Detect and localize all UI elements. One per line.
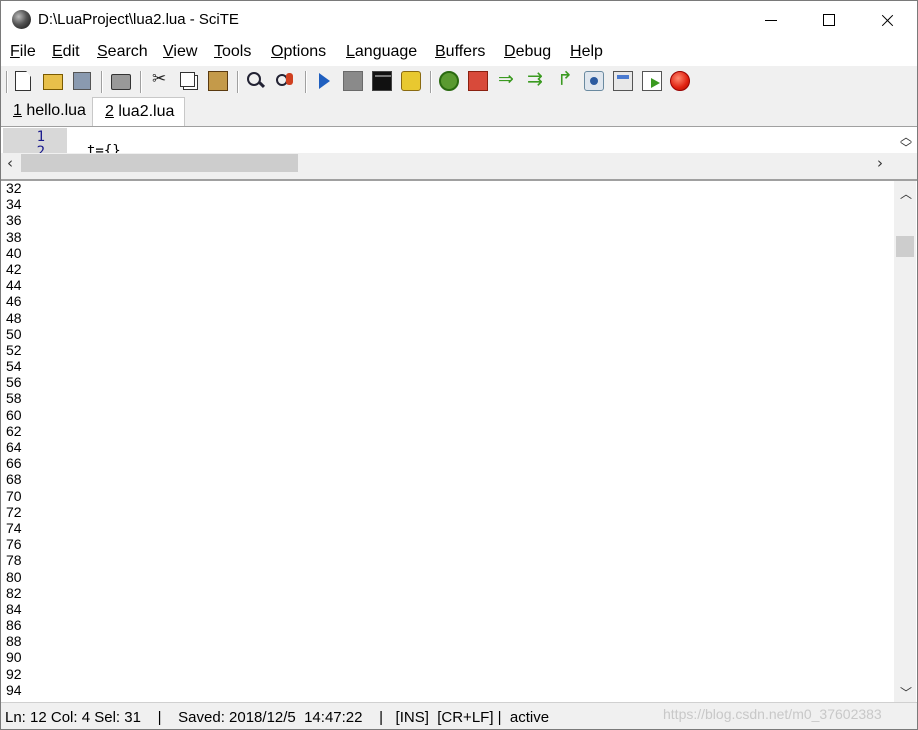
record-icon[interactable] (670, 71, 690, 91)
calculator-icon[interactable] (613, 71, 633, 91)
toolbar-separator (305, 71, 307, 93)
output-line: 32 (6, 181, 22, 196)
editor-horizontal-scrollbar[interactable]: ‹ › (1, 153, 917, 174)
toolbar-separator (6, 71, 8, 93)
output-line: 48 (6, 309, 22, 326)
paste-icon[interactable] (208, 71, 228, 91)
close-button[interactable] (858, 1, 916, 39)
menu-bar: File Edit Search View Tools Options Lang… (1, 39, 917, 66)
output-line: 76 (6, 536, 22, 553)
scite-app-icon (12, 10, 31, 29)
toolbar-separator (430, 71, 432, 93)
output-line: 42 (6, 260, 22, 277)
scroll-down-icon[interactable]: ﹀ (900, 684, 912, 701)
build-icon[interactable] (401, 71, 421, 91)
output-line: 92 (6, 665, 22, 682)
toolbar-separator (237, 71, 239, 93)
status-bar: Ln: 12 Col: 4 Sel: 31 | Saved: 2018/12/5… (1, 702, 917, 729)
print-icon[interactable] (111, 74, 131, 90)
vertical-scroll-thumb[interactable] (896, 236, 914, 257)
cut-icon[interactable] (150, 69, 170, 91)
run-icon[interactable] (314, 71, 334, 91)
scroll-up-icon[interactable]: ︿ (900, 185, 912, 202)
output-line: 54 (6, 358, 22, 375)
output-line: 74 (6, 519, 22, 536)
stop-icon[interactable] (343, 71, 363, 91)
export-icon[interactable] (642, 71, 662, 91)
tab-hello-lua[interactable]: 1 hello.lua (9, 99, 90, 125)
output-line: 46 (6, 293, 22, 310)
new-file-icon[interactable] (15, 71, 31, 91)
output-lines: 32 34 36 38 40 42 44 46 48 50 52 54 56 58 60 62 64 66 68 70… (6, 181, 22, 698)
open-folder-icon[interactable] (43, 74, 63, 90)
output-pane[interactable]: 32 34 36 38 40 42 44 46 48 50 52 54 56 58 60 62 64 66 68 70… (1, 181, 917, 702)
step-out-icon[interactable] (555, 68, 575, 91)
editor-vertical-scrollbar[interactable]: ︿ ﹀ (896, 129, 916, 155)
toolbar-separator (101, 71, 103, 93)
output-line: 62 (6, 422, 22, 439)
menu-help[interactable]: Help (570, 43, 603, 61)
find-icon[interactable] (246, 71, 266, 91)
status-text: Ln: 12 Col: 4 Sel: 31 | Saved: 2018/12/5… (5, 709, 550, 726)
menu-tools[interactable]: Tools (214, 43, 251, 61)
output-line: 58 (6, 390, 22, 407)
minimize-button[interactable] (742, 1, 800, 39)
menu-debug[interactable]: Debug (504, 43, 551, 61)
title-bar: D:\LuaProject\lua2.lua - SciTE (1, 1, 917, 39)
debug-icon[interactable] (439, 71, 459, 91)
scroll-left-icon[interactable]: ‹ (7, 154, 13, 172)
output-line: 68 (6, 471, 22, 488)
output-line: 34 (6, 196, 22, 213)
step-over-icon[interactable] (526, 68, 546, 91)
copy-icon[interactable] (180, 72, 195, 87)
output-line: 84 (6, 600, 22, 617)
toolbar (1, 66, 917, 98)
pane-splitter[interactable] (1, 174, 917, 181)
output-line: 64 (6, 439, 22, 455)
scroll-right-icon[interactable]: › (877, 154, 883, 172)
output-line: 66 (6, 455, 22, 472)
menu-language[interactable]: Language (346, 43, 417, 61)
watch-icon[interactable] (584, 71, 604, 91)
menu-options[interactable]: Options (271, 43, 326, 61)
output-line: 88 (6, 633, 22, 650)
bookmark-icon[interactable] (468, 71, 488, 91)
output-line: 70 (6, 487, 22, 504)
tab-lua2-lua[interactable]: 2 lua2.lua (92, 97, 186, 126)
menu-edit[interactable]: Edit (52, 43, 80, 61)
output-line: 40 (6, 244, 22, 261)
output-line: 80 (6, 568, 22, 585)
output-line: 52 (6, 341, 22, 358)
buffer-tabs: 1 hello.lua 2 lua2.lua (1, 97, 917, 126)
output-line: 38 (6, 228, 22, 245)
output-vertical-scrollbar[interactable]: ︿ ﹀ (894, 181, 916, 702)
line-number: 1 (36, 129, 45, 145)
menu-file[interactable]: File (10, 43, 36, 61)
output-line: 60 (6, 406, 22, 423)
output-line: 56 (6, 374, 22, 391)
step-icon[interactable] (497, 68, 517, 91)
output-line: 72 (6, 503, 22, 520)
scite-window: D:\LuaProject\lua2.lua - SciTE File Edit… (0, 0, 918, 730)
output-line: 82 (6, 584, 22, 601)
menu-search[interactable]: Search (97, 43, 148, 61)
output-line: 78 (6, 552, 22, 569)
toolbar-separator (140, 71, 142, 93)
maximize-button[interactable] (800, 1, 858, 39)
output-line: 50 (6, 325, 22, 342)
menu-view[interactable]: View (163, 43, 197, 61)
horizontal-scroll-thumb[interactable] (21, 154, 298, 172)
output-line: 44 (6, 277, 22, 294)
output-line: 90 (6, 649, 22, 666)
terminal-icon[interactable] (372, 71, 392, 91)
output-line: 86 (6, 617, 22, 634)
menu-buffers[interactable]: Buffers (435, 43, 485, 61)
watermark: https://blog.csdn.net/m0_37602383 (663, 706, 882, 722)
replace-icon[interactable] (275, 71, 295, 91)
window-title: D:\LuaProject\lua2.lua - SciTE (38, 11, 239, 28)
save-icon[interactable] (73, 72, 91, 90)
output-line: 94 (6, 681, 22, 698)
output-line: 36 (6, 212, 22, 229)
line-number-gutter: 1 2 (3, 128, 67, 160)
